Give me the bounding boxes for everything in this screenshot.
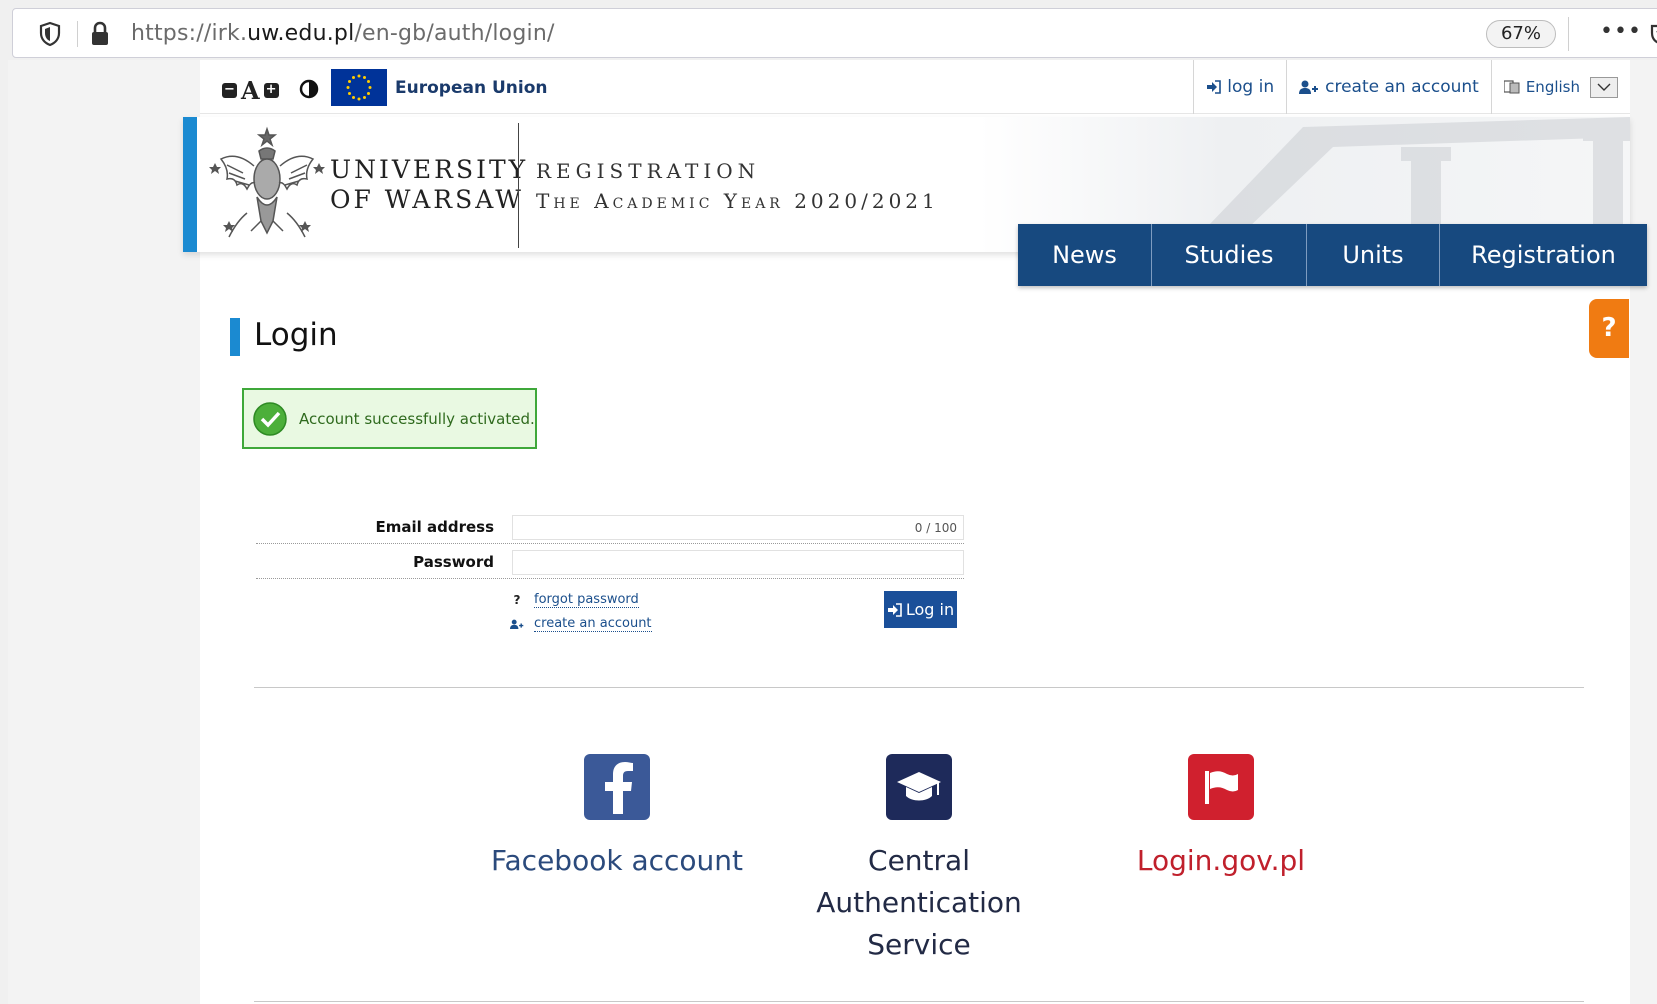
registration-heading: REGISTRATION bbox=[536, 159, 761, 183]
utility-bar: − A + European Union log in create an ac… bbox=[200, 60, 1630, 114]
university-name-line1: UNIVERSITY bbox=[330, 155, 529, 184]
nav-item-units[interactable]: Units bbox=[1307, 224, 1440, 286]
eagle-logo[interactable] bbox=[207, 121, 327, 249]
create-account-label: create an account bbox=[534, 616, 652, 632]
lock-icon[interactable] bbox=[89, 21, 111, 47]
url-text[interactable]: https://irk.uw.edu.pl/en-gb/auth/login/ bbox=[131, 21, 555, 46]
email-field[interactable]: 0 / 100 bbox=[512, 515, 964, 540]
eu-flag-icon bbox=[331, 69, 387, 106]
help-button[interactable]: ? bbox=[1589, 299, 1629, 358]
eu-label: European Union bbox=[395, 78, 548, 98]
shield-icon[interactable] bbox=[39, 21, 61, 47]
flag-icon bbox=[1188, 754, 1254, 820]
email-char-counter: 0 / 100 bbox=[914, 521, 957, 535]
section-divider bbox=[254, 687, 1584, 688]
top-create-account-link[interactable]: create an account bbox=[1286, 60, 1491, 114]
add-user-icon bbox=[510, 619, 524, 629]
url-bar-divider bbox=[1568, 17, 1569, 51]
login-button-label: Log in bbox=[905, 600, 955, 619]
login-icon bbox=[1207, 80, 1222, 94]
language-icon bbox=[1503, 80, 1520, 94]
facebook-icon bbox=[584, 754, 650, 820]
top-login-link[interactable]: log in bbox=[1193, 60, 1286, 114]
font-increase-button[interactable]: + bbox=[263, 83, 279, 98]
language-selector[interactable]: English bbox=[1490, 60, 1630, 114]
language-label: English bbox=[1525, 78, 1580, 96]
more-actions-icon[interactable]: ••• bbox=[1600, 19, 1642, 44]
email-label: Email address bbox=[375, 518, 494, 536]
login-button[interactable]: Log in bbox=[884, 591, 957, 628]
header-divider bbox=[518, 123, 519, 248]
check-icon bbox=[253, 401, 287, 436]
font-size-controls: − A + bbox=[222, 76, 279, 105]
cas-login-label: Central Authentication Service bbox=[789, 840, 1049, 966]
pocket-icon[interactable] bbox=[1650, 21, 1657, 47]
account-links: ? forgot password create an account bbox=[510, 588, 652, 636]
academic-year-heading: The Academic Year 2020/2021 bbox=[536, 189, 939, 213]
password-label: Password bbox=[413, 553, 494, 571]
alert-message: Account successfully activated. bbox=[299, 409, 535, 428]
cas-login[interactable]: Central Authentication Service bbox=[789, 754, 1049, 966]
university-name-line2: OF WARSAW bbox=[330, 185, 524, 214]
url-bar-divider bbox=[77, 21, 78, 47]
bottom-divider bbox=[254, 1001, 1584, 1002]
nav-item-studies[interactable]: Studies bbox=[1152, 224, 1307, 286]
password-field[interactable] bbox=[512, 550, 964, 575]
language-dropdown[interactable] bbox=[1590, 76, 1618, 98]
zoom-level-badge[interactable]: 67% bbox=[1486, 20, 1556, 48]
contrast-icon[interactable] bbox=[299, 79, 319, 99]
top-links: log in create an account English bbox=[1193, 60, 1630, 114]
nav-item-registration[interactable]: Registration bbox=[1440, 224, 1647, 286]
browser-url-bar[interactable]: https://irk.uw.edu.pl/en-gb/auth/login/ … bbox=[12, 8, 1657, 58]
facebook-login-label: Facebook account bbox=[490, 844, 743, 877]
title-accent-bar bbox=[230, 318, 240, 356]
create-account-link[interactable]: create an account bbox=[510, 612, 652, 636]
graduation-cap-icon bbox=[886, 754, 952, 820]
password-row: Password bbox=[256, 545, 964, 579]
nav-item-news[interactable]: News bbox=[1018, 224, 1152, 286]
main-navigation: News Studies Units Registration bbox=[1018, 224, 1647, 286]
login-icon bbox=[887, 602, 902, 617]
email-row: Email address 0 / 100 bbox=[256, 510, 964, 544]
logingov-login-label: Login.gov.pl bbox=[1136, 844, 1306, 877]
logingov-login[interactable]: Login.gov.pl bbox=[1091, 754, 1351, 882]
font-size-label[interactable]: A bbox=[241, 76, 260, 105]
facebook-login[interactable]: Facebook account bbox=[487, 754, 747, 882]
page-title: Login bbox=[254, 317, 338, 353]
top-create-account-label: create an account bbox=[1325, 77, 1479, 97]
cas-label-line1: Central bbox=[868, 844, 970, 877]
chevron-down-icon bbox=[1597, 83, 1611, 91]
add-user-icon bbox=[1299, 80, 1319, 94]
top-login-label: log in bbox=[1227, 77, 1275, 97]
forgot-password-label: forgot password bbox=[534, 592, 639, 608]
success-alert: Account successfully activated. bbox=[242, 388, 537, 449]
forgot-password-link[interactable]: ? forgot password bbox=[510, 588, 652, 612]
cas-label-line3: Service bbox=[867, 928, 971, 961]
question-icon: ? bbox=[513, 593, 521, 607]
header-accent-bar bbox=[183, 117, 197, 252]
font-decrease-button[interactable]: − bbox=[222, 83, 237, 98]
university-name: UNIVERSITY OF WARSAW bbox=[330, 155, 528, 215]
cas-label-line2: Authentication bbox=[816, 886, 1022, 919]
